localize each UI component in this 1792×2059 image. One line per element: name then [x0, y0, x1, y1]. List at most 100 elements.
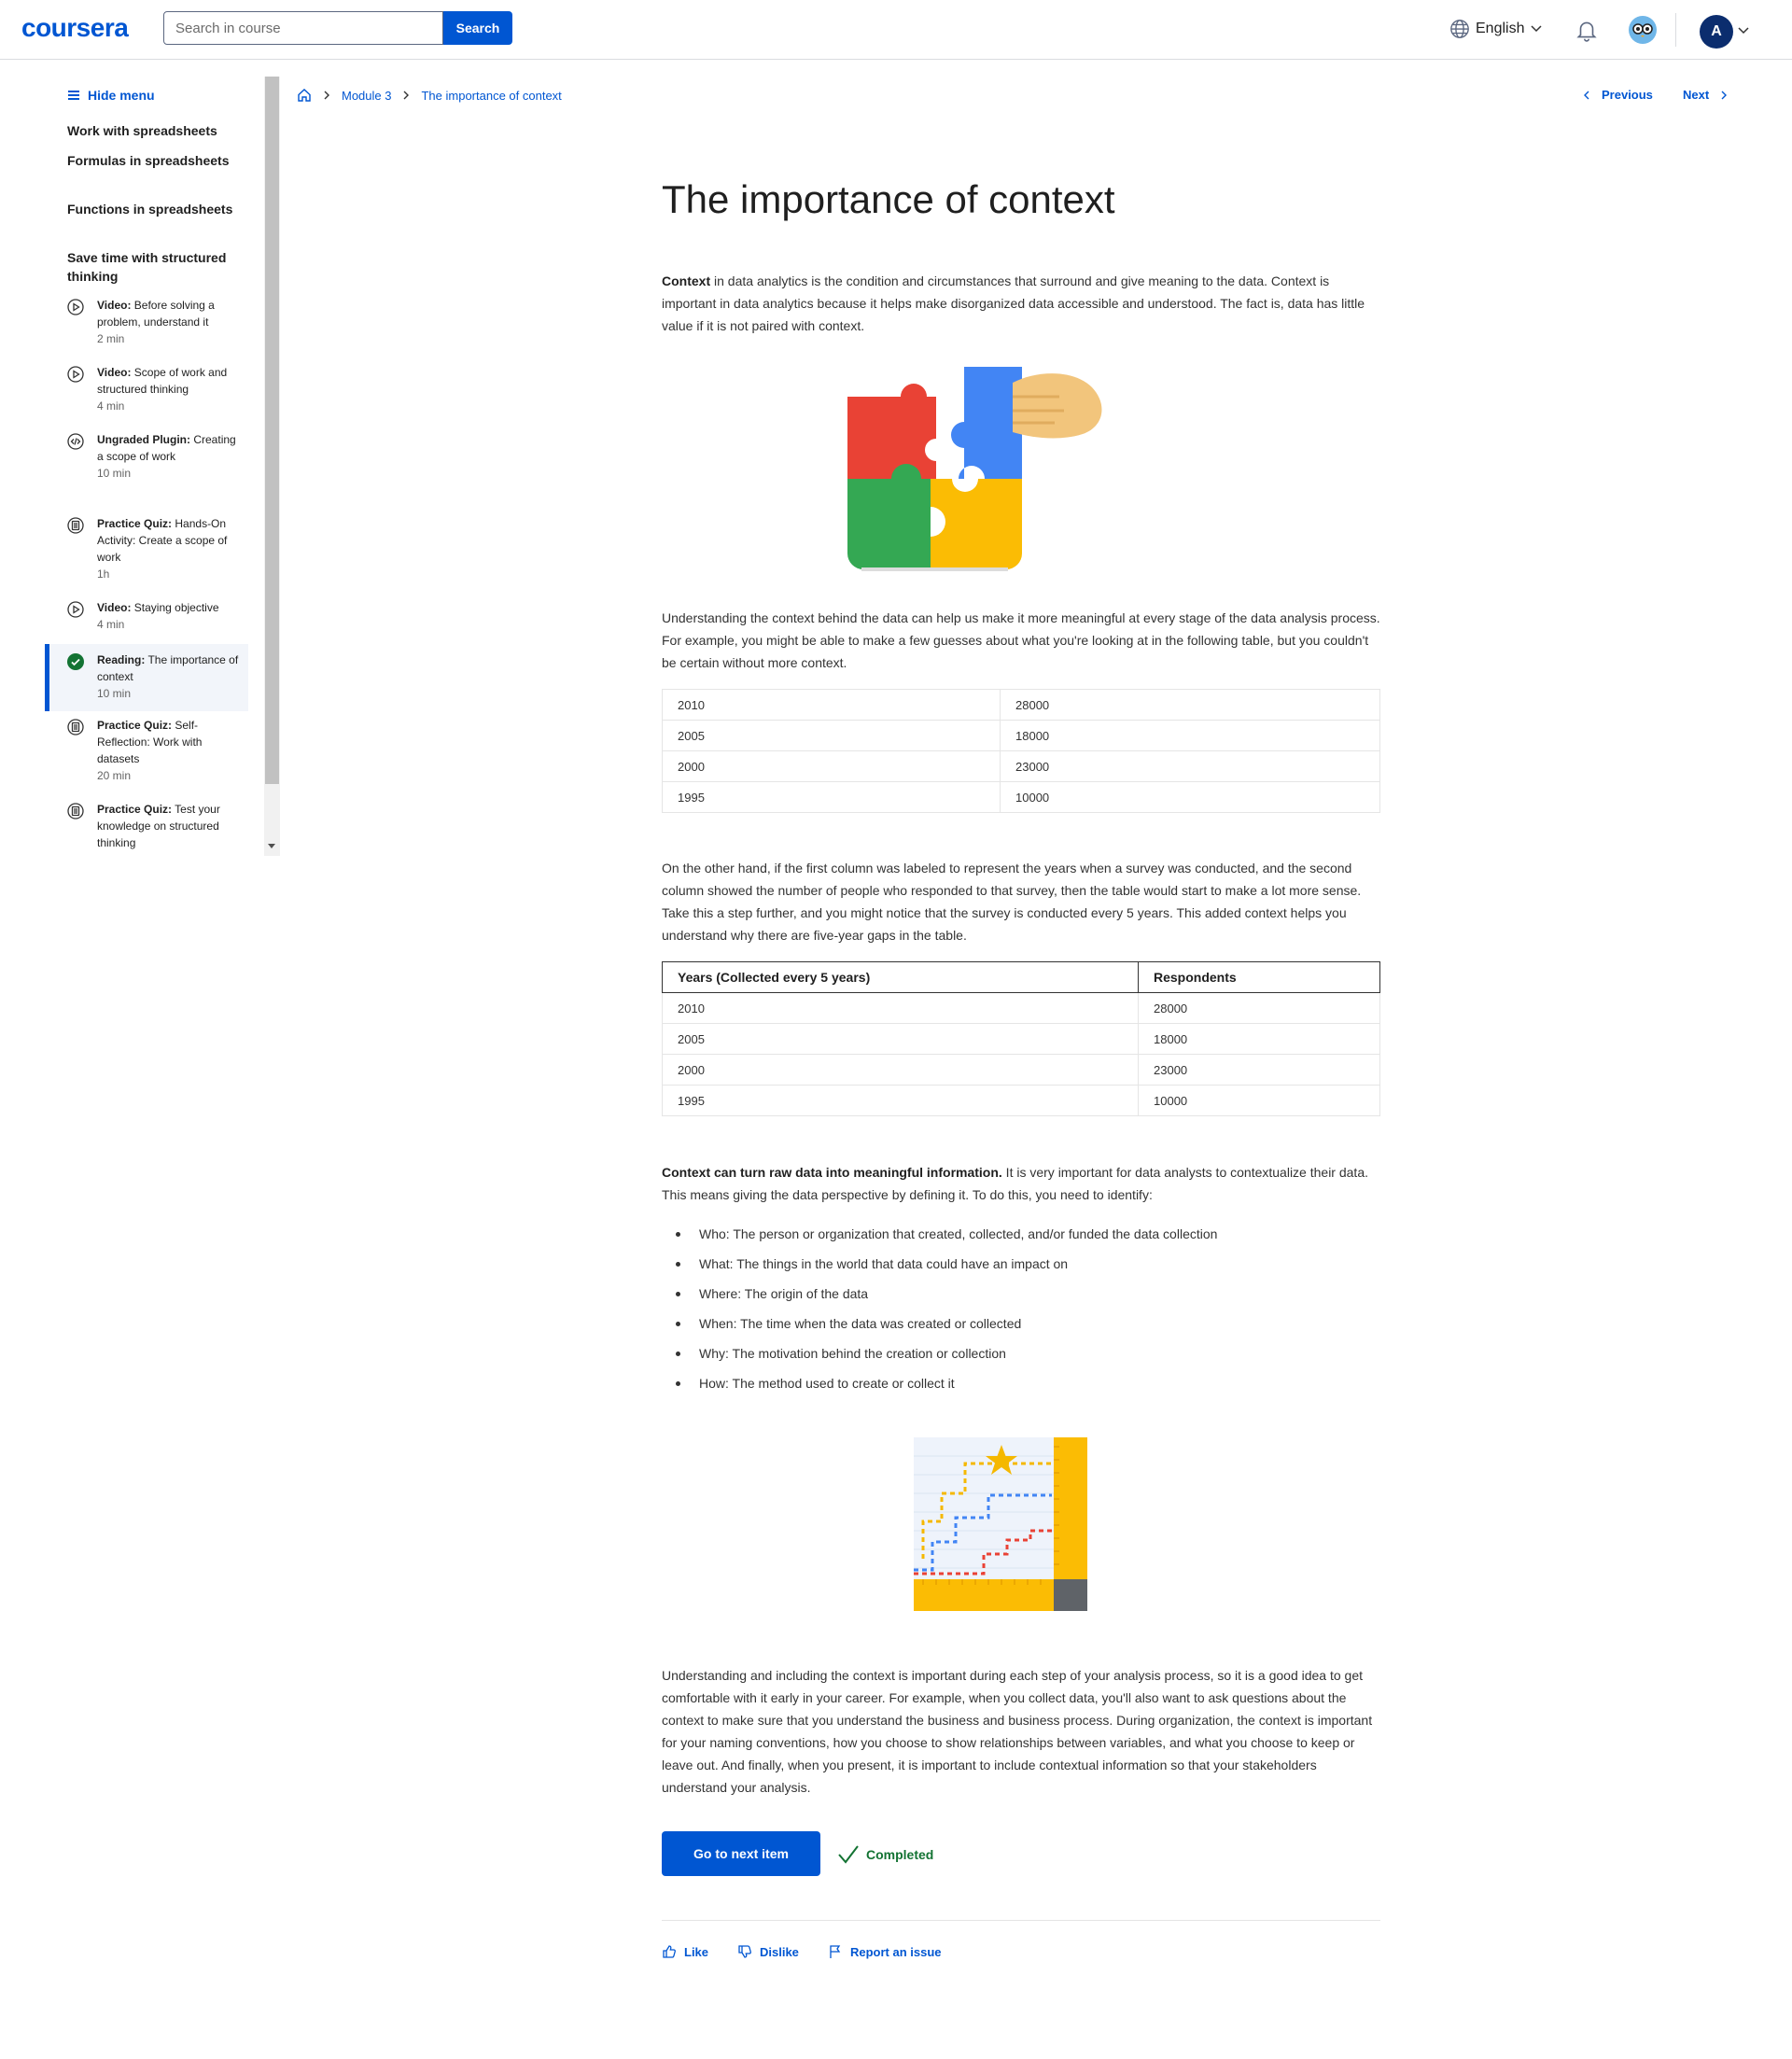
sidebar-item-quiz[interactable]: Practice Quiz: Self-Reflection: Work wit…	[45, 717, 248, 784]
sidebar-item-video[interactable]: Video: Staying objective 4 min	[45, 599, 248, 633]
breadcrumb-current[interactable]: The importance of context	[421, 89, 561, 103]
flag-icon	[830, 1945, 841, 1958]
sidebar-item-plugin[interactable]: Ungraded Plugin: Creating a scope of wor…	[45, 431, 248, 482]
item-type: Video:	[97, 366, 132, 379]
thumbs-down-icon	[738, 1945, 751, 1958]
play-icon	[67, 366, 84, 383]
coursera-logo[interactable]: coursera	[21, 13, 129, 43]
quiz-icon	[67, 517, 84, 534]
table-cell: 28000	[1138, 992, 1380, 1024]
table-cell: 18000	[1138, 1023, 1380, 1055]
completed-label: Completed	[866, 1847, 934, 1862]
thumbs-up-icon	[663, 1945, 676, 1958]
sidebar-scroll-thumb[interactable]	[265, 77, 279, 784]
table-header-years: Years (Collected every 5 years)	[662, 961, 1139, 993]
context-paragraph: Understanding the context behind the dat…	[662, 610, 1380, 670]
sidebar-item-quiz[interactable]: Practice Quiz: Test your knowledge on st…	[45, 801, 248, 851]
lesson-link[interactable]: Work with spreadsheets	[67, 121, 235, 140]
checkmark-icon	[838, 1845, 859, 1864]
table-cell: 2005	[662, 1023, 1139, 1055]
item-type: Practice Quiz:	[97, 803, 173, 816]
item-duration: 10 min	[97, 687, 132, 700]
table-row: 1995 10000	[662, 781, 1380, 813]
content-divider	[662, 1920, 1380, 1921]
closing-paragraph: Understanding and including the context …	[662, 1668, 1373, 1795]
sidebar-item-video[interactable]: Video: Before solving a problem, underst…	[45, 297, 248, 347]
breadcrumb-module[interactable]: Module 3	[342, 89, 391, 103]
chevron-left-icon	[1584, 91, 1589, 99]
report-issue-button[interactable]: Report an issue	[828, 1944, 942, 1959]
item-type: Video:	[97, 299, 132, 312]
like-button[interactable]: Like	[662, 1944, 708, 1959]
page-title: The importance of context	[662, 177, 1115, 221]
intro-text: in data analytics is the condition and c…	[662, 273, 1365, 333]
play-icon	[67, 601, 84, 618]
table-cell: 23000	[1000, 750, 1380, 782]
hide-menu-label: Hide menu	[88, 88, 155, 103]
language-label: English	[1476, 21, 1525, 36]
item-duration: 10 min	[97, 467, 132, 480]
table-cell: 10000	[1000, 781, 1380, 813]
table-cell: 18000	[1000, 720, 1380, 751]
top-header: coursera Search English A	[0, 0, 1792, 60]
chevron-right-icon	[324, 91, 329, 100]
intro-paragraph: Context in data analytics is the conditi…	[662, 270, 1380, 337]
table-cell: 1995	[662, 1085, 1139, 1116]
lesson-link[interactable]: Functions in spreadsheets	[67, 200, 235, 218]
meaningful-bold: Context can turn raw data into meaningfu…	[662, 1165, 1002, 1180]
next-label: Next	[1683, 88, 1710, 102]
search-input[interactable]	[163, 11, 443, 45]
next-button[interactable]: Next	[1683, 88, 1729, 102]
sidebar-item-video[interactable]: Video: Scope of work and structured thin…	[45, 364, 248, 414]
hamburger-icon	[68, 91, 79, 100]
language-selector[interactable]: English	[1449, 19, 1543, 39]
item-title: Staying objective	[133, 601, 219, 614]
chevron-right-icon	[403, 91, 410, 100]
list-item: When: The time when the data was created…	[662, 1309, 1380, 1338]
avatar[interactable]: A	[1700, 15, 1733, 49]
table-cell: 1995	[662, 781, 1001, 813]
chevron-down-icon[interactable]	[1737, 24, 1750, 37]
globe-icon	[1450, 20, 1469, 38]
course-sidebar: Hide menu Work with spreadsheets Formula…	[45, 77, 248, 851]
unlabeled-table: 2010 28000 2005 18000 2000 23000 1995 10000	[662, 689, 1380, 813]
code-icon	[67, 433, 84, 450]
sidebar-item-quiz[interactable]: Practice Quiz: Hands-On Activity: Create…	[45, 515, 248, 582]
go-to-next-item-button[interactable]: Go to next item	[662, 1831, 820, 1876]
item-type: Reading:	[97, 653, 146, 666]
sidebar-item-reading-active[interactable]: Reading: The importance of context 10 mi…	[45, 644, 248, 711]
list-item: What: The things in the world that data …	[662, 1249, 1380, 1279]
play-icon	[67, 299, 84, 315]
item-type: Video:	[97, 601, 132, 614]
previous-button[interactable]: Previous	[1581, 88, 1653, 102]
puzzle-illustration	[847, 367, 1102, 571]
lesson-link[interactable]: Formulas in spreadsheets	[67, 151, 235, 170]
table-cell: 2000	[662, 750, 1001, 782]
table-row: 2000 23000	[662, 750, 1380, 782]
table-cell: 10000	[1138, 1085, 1380, 1116]
item-type: Practice Quiz:	[97, 719, 173, 732]
list-item: How: The method used to create or collec…	[662, 1368, 1380, 1398]
search-button[interactable]: Search	[443, 11, 512, 45]
list-item: Why: The motivation behind the creation …	[662, 1338, 1380, 1368]
table-row: 1995 10000	[662, 1085, 1380, 1116]
intro-bold: Context	[662, 273, 711, 288]
table-row: 2010 28000	[662, 689, 1380, 721]
meaningful-paragraph: Context can turn raw data into meaningfu…	[662, 1161, 1380, 1206]
table-row: 2010 28000	[662, 992, 1380, 1024]
table-cell: 2005	[662, 720, 1001, 751]
lesson-link[interactable]: Save time with structured thinking	[67, 248, 235, 286]
search-bar: Search	[163, 11, 512, 45]
item-duration: 1h	[97, 567, 110, 581]
dislike-button[interactable]: Dislike	[737, 1944, 799, 1959]
table-header-respondents: Respondents	[1138, 961, 1380, 993]
item-duration: 4 min	[97, 399, 125, 413]
scroll-down-arrow[interactable]	[268, 844, 275, 848]
like-label: Like	[684, 1944, 709, 1959]
home-icon[interactable]	[297, 88, 312, 103]
coach-owl-icon[interactable]	[1629, 16, 1657, 44]
hide-menu-button[interactable]: Hide menu	[67, 88, 155, 103]
notification-bell-icon[interactable]	[1575, 18, 1599, 42]
table-cell: 2010	[662, 992, 1139, 1024]
check-circle-icon	[67, 653, 84, 670]
